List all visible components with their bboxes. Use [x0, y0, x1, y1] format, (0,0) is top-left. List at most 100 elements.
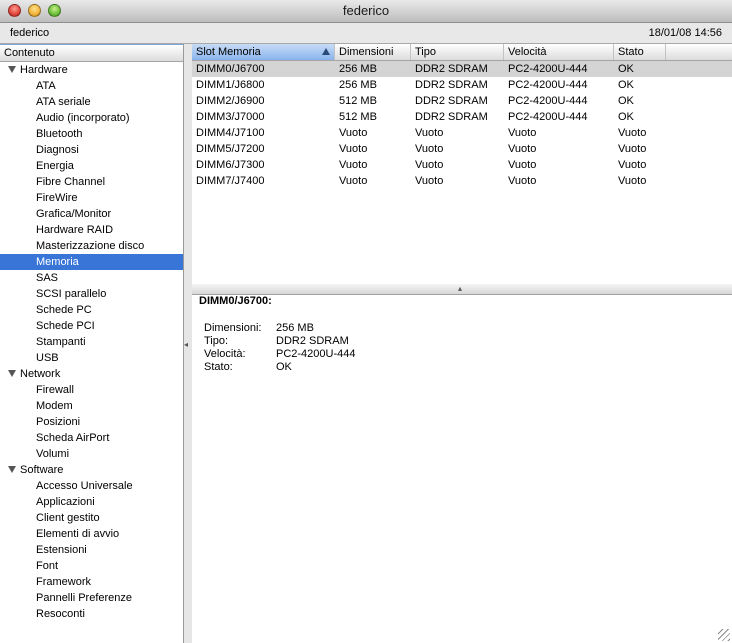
- title-bar[interactable]: federico: [0, 0, 732, 23]
- sidebar-group-software[interactable]: Software: [0, 462, 183, 478]
- detail-value: 256 MB: [276, 322, 314, 334]
- table-row[interactable]: DIMM6/J7300 Vuoto Vuoto Vuoto Vuoto: [192, 157, 732, 173]
- table-cell: PC2-4200U-444: [508, 95, 588, 107]
- sidebar-item[interactable]: Applicazioni: [0, 494, 183, 510]
- system-profiler-window: federico federico 18/01/08 14:56 Contenu…: [0, 0, 732, 643]
- report-datetime: 18/01/08 14:56: [648, 27, 722, 39]
- detail-value: PC2-4200U-444: [276, 348, 356, 360]
- table-cell: Vuoto: [339, 127, 368, 139]
- detail-key: Tipo:: [204, 335, 229, 347]
- sidebar-item[interactable]: Client gestito: [0, 510, 183, 526]
- sidebar-item[interactable]: Grafica/Monitor: [0, 206, 183, 222]
- table-cell: 512 MB: [339, 111, 377, 123]
- sidebar-item[interactable]: Schede PCI: [0, 318, 183, 334]
- sidebar-item[interactable]: Masterizzazione disco: [0, 238, 183, 254]
- detail-key: Dimensioni:: [204, 322, 262, 334]
- sidebar-item[interactable]: Energia: [0, 158, 183, 174]
- sidebar-item[interactable]: Memoria: [0, 254, 183, 270]
- memory-table: Slot Memoria Dimensioni Tipo Velocità St…: [192, 44, 732, 285]
- table-cell: DDR2 SDRAM: [415, 79, 488, 91]
- column-header-type[interactable]: Tipo: [411, 44, 504, 60]
- sidebar-item[interactable]: Bluetooth: [0, 126, 183, 142]
- sidebar-item[interactable]: Stampanti: [0, 334, 183, 350]
- table-cell: OK: [618, 95, 634, 107]
- sidebar-item[interactable]: Accesso Universale: [0, 478, 183, 494]
- table-row[interactable]: DIMM1/J6800 256 MB DDR2 SDRAM PC2-4200U-444…: [192, 77, 732, 93]
- detail-value: OK: [276, 361, 292, 373]
- sidebar-item[interactable]: Framework: [0, 574, 183, 590]
- sidebar-item[interactable]: Font: [0, 558, 183, 574]
- table-cell: Vuoto: [508, 159, 537, 171]
- table-row[interactable]: DIMM3/J7000 512 MB DDR2 SDRAM PC2-4200U-444…: [192, 109, 732, 125]
- sidebar-item[interactable]: Schede PC: [0, 302, 183, 318]
- table-cell: 512 MB: [339, 95, 377, 107]
- sidebar-item[interactable]: Scheda AirPort: [0, 430, 183, 446]
- table-cell: Vuoto: [339, 143, 368, 155]
- sidebar-item[interactable]: SAS: [0, 270, 183, 286]
- sidebar-group-label: Software: [20, 464, 64, 476]
- table-cell: Vuoto: [508, 143, 537, 155]
- column-header-slot[interactable]: Slot Memoria: [192, 44, 335, 60]
- column-header-speed[interactable]: Velocità: [504, 44, 614, 60]
- sidebar-item[interactable]: Estensioni: [0, 542, 183, 558]
- sidebar-item[interactable]: Posizioni: [0, 414, 183, 430]
- table-cell: DIMM1/J6800: [196, 79, 265, 91]
- detail-row: Velocità: PC2-4200U-444: [204, 348, 356, 361]
- sidebar-item[interactable]: Resoconti: [0, 606, 183, 622]
- sidebar-item[interactable]: SCSI parallelo: [0, 286, 183, 302]
- table-row[interactable]: DIMM7/J7400 Vuoto Vuoto Vuoto Vuoto: [192, 173, 732, 189]
- sidebar-group-hardware[interactable]: Hardware: [0, 62, 183, 78]
- detail-key: Velocità:: [204, 348, 246, 360]
- table-row[interactable]: DIMM2/J6900 512 MB DDR2 SDRAM PC2-4200U-444…: [192, 93, 732, 109]
- column-header-status[interactable]: Stato: [614, 44, 666, 60]
- sidebar-item[interactable]: USB: [0, 350, 183, 366]
- sidebar-item[interactable]: Audio (incorporato): [0, 110, 183, 126]
- disclosure-triangle-icon[interactable]: [8, 66, 16, 73]
- resize-grip-icon[interactable]: [718, 629, 730, 641]
- table-cell: DDR2 SDRAM: [415, 111, 488, 123]
- table-cell: Vuoto: [415, 159, 444, 171]
- horizontal-splitter[interactable]: ▴: [192, 284, 732, 295]
- table-cell: Vuoto: [415, 143, 444, 155]
- table-cell: DIMM6/J7300: [196, 159, 265, 171]
- table-body: DIMM0/J6700 256 MB DDR2 SDRAM PC2-4200U-444…: [192, 61, 732, 189]
- sidebar-item[interactable]: Elementi di avvio: [0, 526, 183, 542]
- sidebar: Contenuto Hardware ATA ATA seriale Audio (i…: [0, 44, 184, 643]
- sidebar-item[interactable]: Diagnosi: [0, 142, 183, 158]
- sidebar-item[interactable]: ATA: [0, 78, 183, 94]
- table-row[interactable]: DIMM4/J7100 Vuoto Vuoto Vuoto Vuoto: [192, 125, 732, 141]
- sidebar-group-network[interactable]: Network: [0, 366, 183, 382]
- table-cell: DIMM2/J6900: [196, 95, 265, 107]
- sidebar-item[interactable]: ATA seriale: [0, 94, 183, 110]
- table-cell: 256 MB: [339, 63, 377, 75]
- sidebar-item[interactable]: Fibre Channel: [0, 174, 183, 190]
- sidebar-item[interactable]: Modem: [0, 398, 183, 414]
- detail-title: DIMM0/J6700:: [199, 295, 272, 307]
- table-row[interactable]: DIMM0/J6700 256 MB DDR2 SDRAM PC2-4200U-444…: [192, 61, 732, 77]
- sidebar-item[interactable]: Firewall: [0, 382, 183, 398]
- table-cell: OK: [618, 111, 634, 123]
- table-cell: PC2-4200U-444: [508, 79, 588, 91]
- sidebar-item[interactable]: Volumi: [0, 446, 183, 462]
- table-cell: DIMM5/J7200: [196, 143, 265, 155]
- sidebar-item[interactable]: Pannelli Preferenze: [0, 590, 183, 606]
- sort-ascending-icon: [322, 48, 330, 55]
- sidebar-item[interactable]: Hardware RAID: [0, 222, 183, 238]
- table-cell: DIMM7/J7400: [196, 175, 265, 187]
- splitter-handle-icon[interactable]: ◂: [184, 340, 190, 350]
- column-header-size[interactable]: Dimensioni: [335, 44, 411, 60]
- disclosure-triangle-icon[interactable]: [8, 370, 16, 377]
- disclosure-triangle-icon[interactable]: [8, 466, 16, 473]
- table-cell: Vuoto: [618, 159, 647, 171]
- detail-pane: DIMM0/J6700: Dimensioni: 256 MB Tipo: DDR2…: [192, 295, 732, 643]
- table-cell: DIMM0/J6700: [196, 63, 265, 75]
- table-cell: DDR2 SDRAM: [415, 63, 488, 75]
- table-cell: PC2-4200U-444: [508, 111, 588, 123]
- table-cell: OK: [618, 79, 634, 91]
- table-cell: Vuoto: [618, 127, 647, 139]
- sidebar-header[interactable]: Contenuto: [0, 44, 183, 62]
- table-cell: Vuoto: [339, 175, 368, 187]
- detail-row: Dimensioni: 256 MB: [204, 322, 356, 335]
- sidebar-item[interactable]: FireWire: [0, 190, 183, 206]
- table-row[interactable]: DIMM5/J7200 Vuoto Vuoto Vuoto Vuoto: [192, 141, 732, 157]
